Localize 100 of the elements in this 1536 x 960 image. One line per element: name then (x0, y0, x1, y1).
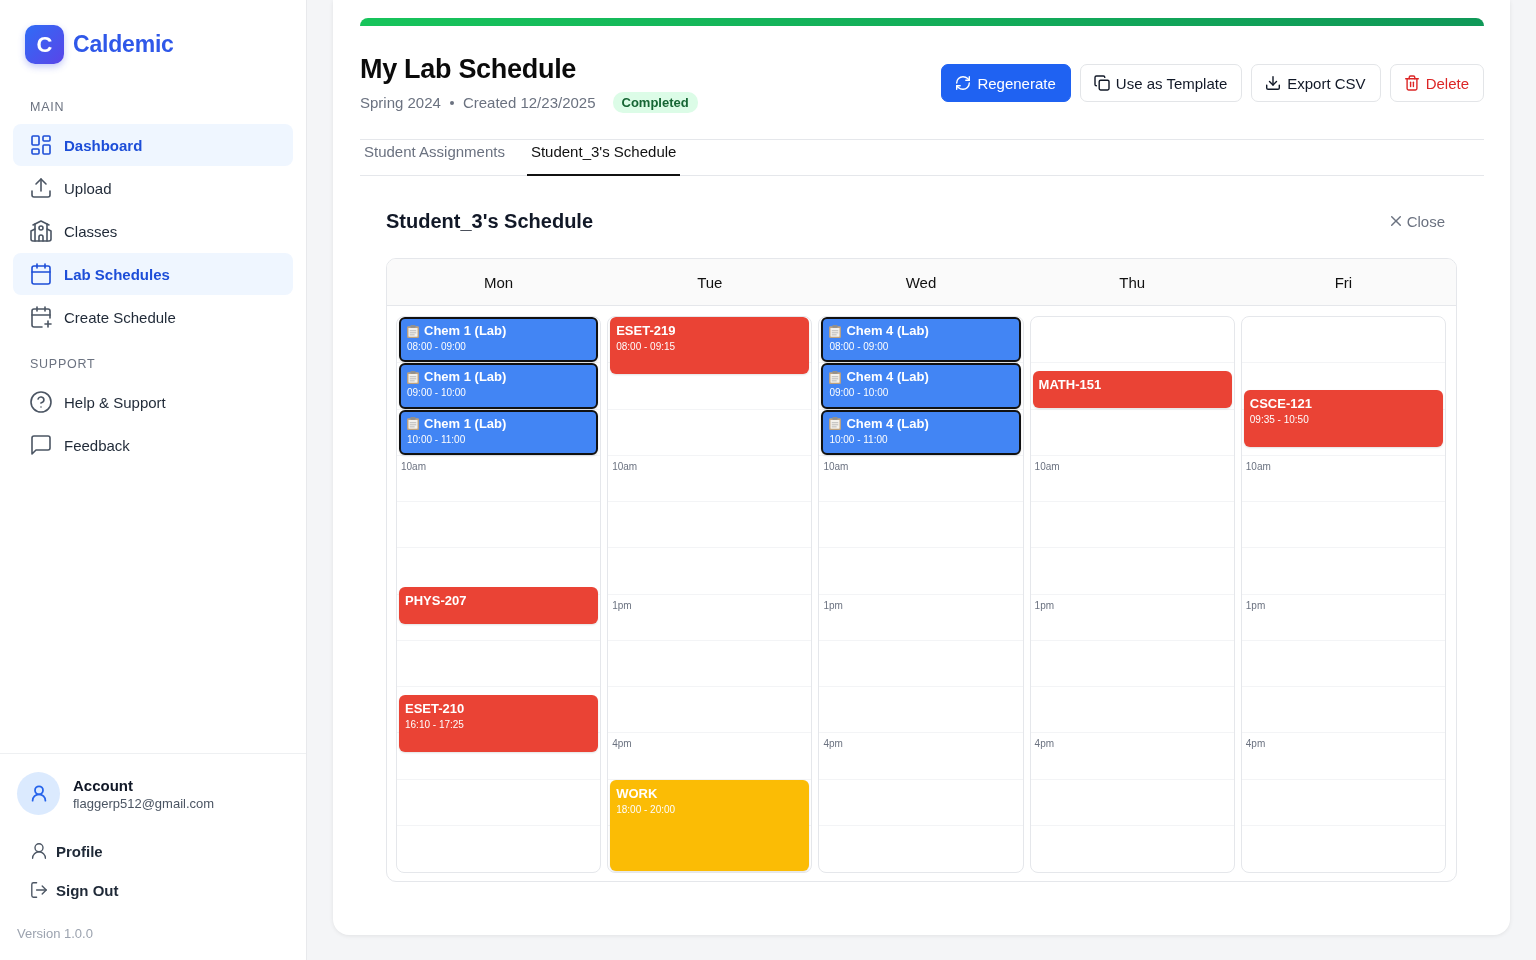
event-time: 18:00 - 20:00 (616, 802, 676, 816)
clipboard-icon (829, 370, 842, 384)
school-building-icon (31, 221, 51, 241)
trash-icon (1404, 76, 1419, 90)
event-title: PHYS-207 (405, 592, 467, 609)
hour-label: 1pm (1245, 599, 1266, 612)
event-title: ESET-210 (405, 700, 465, 717)
tab[interactable]: Student Assignments (360, 140, 509, 176)
template-button[interactable]: Use as Template (1079, 64, 1243, 102)
event-block[interactable]: ESET-219 08:00 - 09:15 (610, 317, 810, 374)
hour-label: 10am (1034, 460, 1060, 473)
chat-bubble-icon (31, 435, 51, 455)
event-time: 09:00 - 10:00 (407, 386, 466, 400)
help-icon (31, 392, 51, 412)
day-header: Mon (484, 273, 514, 291)
sidebar-item[interactable]: Help & Support (13, 381, 293, 423)
event-title: MATH-151 (1038, 376, 1102, 393)
event-block[interactable]: MATH-151 (1032, 370, 1232, 409)
hour-label: 10am (612, 460, 638, 473)
sidebar-item[interactable]: Lab Schedules (13, 253, 293, 295)
event-block[interactable]: Chem 4 (Lab) 10:00 - 11:00 (821, 409, 1021, 455)
clipboard-icon (407, 417, 419, 430)
section-label: SUPPORT (30, 357, 96, 371)
hour-label: 10am (823, 460, 849, 473)
user-icon (31, 843, 47, 859)
event-time: 08:00 - 09:00 (829, 340, 889, 353)
dashboard-grid-icon (31, 135, 51, 155)
version-label: Version 1.0.0 (17, 926, 93, 941)
logo-tile: C (25, 25, 64, 64)
event-block[interactable]: PHYS-207 (399, 586, 599, 625)
clipboard-icon (407, 370, 419, 384)
download-icon (1266, 76, 1281, 90)
sidebar-item[interactable]: Create Schedule (13, 296, 293, 338)
copy-icon (1094, 76, 1109, 90)
sidebar-item[interactable]: Upload (13, 167, 293, 209)
event-block[interactable]: Chem 4 (Lab) 09:00 - 10:00 (821, 363, 1021, 409)
upload-icon (31, 178, 51, 198)
event-title: Chem 1 (Lab) (424, 369, 507, 386)
day-header: Thu (1119, 273, 1146, 291)
event-title: Chem 1 (Lab) (424, 415, 507, 432)
section-label: MAIN (30, 100, 65, 114)
regenerate-button[interactable]: Regenerate (941, 64, 1071, 102)
calendar-plus-icon (31, 307, 51, 327)
event-block[interactable]: Chem 1 (Lab) 08:00 - 09:00 (399, 317, 599, 363)
event-time: 08:00 - 09:00 (407, 340, 466, 353)
hour-label: 1pm (823, 599, 843, 612)
clipboard-icon (829, 417, 842, 430)
account-email: flaggerp512@gmail.com (73, 794, 215, 812)
schedule-title: Student_3's Schedule (386, 209, 594, 233)
app-name: Caldemic (73, 31, 174, 58)
event-time: 09:00 - 10:00 (829, 386, 889, 400)
sidebar-item[interactable]: Classes (13, 210, 293, 252)
event-time: 10:00 - 11:00 (407, 432, 466, 446)
status-badge: Completed (612, 92, 698, 113)
clipboard-icon (407, 324, 419, 338)
event-time: 08:00 - 09:15 (616, 340, 676, 353)
event-title: ESET-219 (616, 323, 676, 339)
delete-button[interactable]: Delete (1389, 64, 1484, 102)
calendar-icon (31, 264, 51, 284)
close-button[interactable]: Close (1390, 212, 1445, 230)
event-time: 16:10 - 17:25 (405, 717, 464, 731)
event-title: Chem 4 (Lab) (846, 369, 929, 386)
event-block[interactable]: Chem 4 (Lab) 08:00 - 09:00 (821, 317, 1021, 363)
event-time: 09:35 - 10:50 (1249, 413, 1309, 427)
day-header: Tue (697, 273, 723, 291)
day-header: Fri (1334, 273, 1353, 291)
clipboard-icon (829, 324, 842, 338)
hour-label: 4pm (612, 738, 632, 751)
event-title: Chem 4 (Lab) (846, 323, 929, 339)
hour-label: 1pm (1034, 599, 1055, 612)
account-link[interactable]: Profile (31, 835, 103, 867)
close-icon (1390, 216, 1401, 226)
event-block[interactable]: Chem 1 (Lab) 09:00 - 10:00 (399, 363, 599, 409)
event-title: Chem 4 (Lab) (846, 415, 929, 432)
sidebar-item[interactable]: Feedback (13, 424, 293, 466)
account-link[interactable]: Sign Out (31, 874, 119, 906)
event-title: Chem 1 (Lab) (424, 323, 507, 339)
event-block[interactable]: Chem 1 (Lab) 10:00 - 11:00 (399, 409, 599, 455)
user-avatar-icon (17, 772, 60, 815)
separator-dot-icon (449, 100, 454, 105)
event-title: WORK (616, 785, 658, 802)
hour-label: 4pm (823, 738, 843, 751)
created-date: Created 12/23/2025 (462, 93, 596, 113)
account-name: Account (73, 775, 133, 795)
term-label: Spring 2024 (360, 93, 441, 113)
hour-label: 1pm (612, 599, 632, 612)
hour-label: 4pm (1034, 738, 1055, 751)
page-title: My Lab Schedule (360, 53, 577, 86)
hour-label: 10am (401, 460, 426, 473)
export-button[interactable]: Export CSV (1251, 64, 1381, 102)
sidebar-item[interactable]: Dashboard (13, 124, 293, 166)
refresh-icon (956, 76, 971, 90)
tab[interactable]: Student_3's Schedule (526, 140, 681, 176)
event-block[interactable]: ESET-210 16:10 - 17:25 (399, 694, 599, 752)
day-header: Wed (905, 273, 937, 291)
event-block[interactable]: CSCE-121 09:35 - 10:50 (1243, 390, 1443, 448)
hour-label: 4pm (1245, 738, 1266, 751)
event-title: CSCE-121 (1249, 396, 1312, 413)
event-time: 10:00 - 11:00 (829, 432, 888, 446)
hour-label: 10am (1245, 460, 1271, 473)
